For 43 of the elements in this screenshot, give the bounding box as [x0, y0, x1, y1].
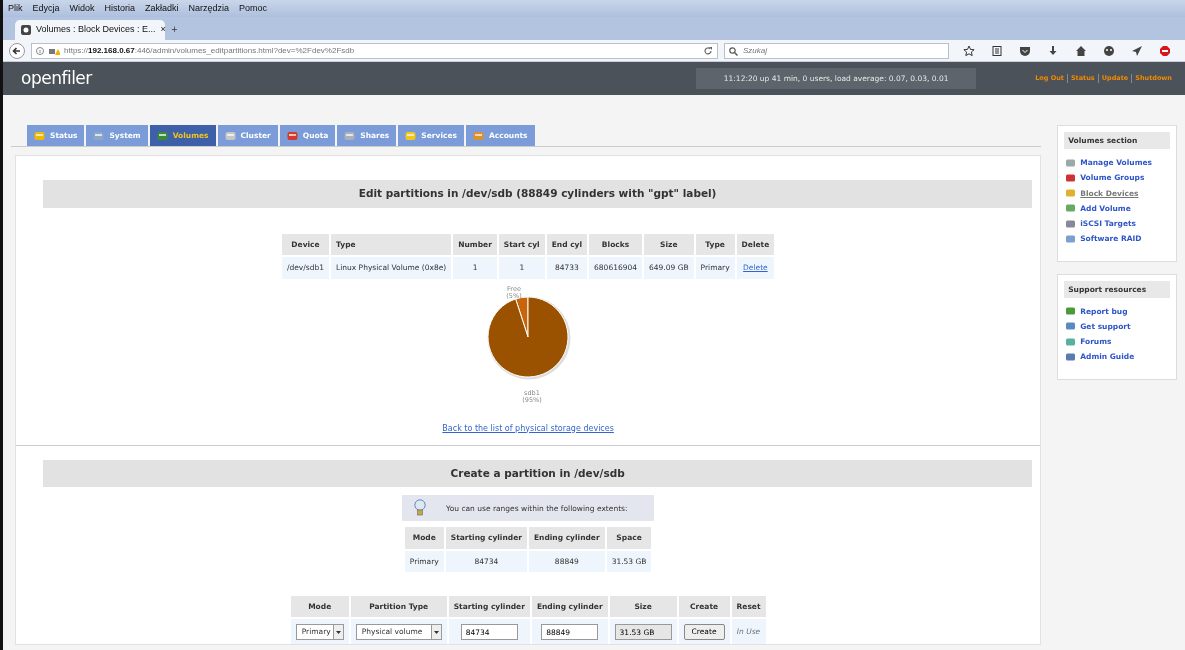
address-field[interactable]: https://192.168.0.67:446/admin/volumes_editpartitions.html?dev=%2Fdev%2Fsdb — [31, 42, 718, 59]
lock-warning-icon — [48, 46, 60, 55]
menu-item[interactable]: Plik — [3, 1, 28, 16]
lightbulb-icon — [414, 499, 427, 518]
bookmark-star-icon — [963, 44, 975, 57]
send-icon — [1131, 44, 1143, 57]
tab-icon — [224, 130, 236, 141]
pocket-icon — [1019, 44, 1031, 57]
menu-item[interactable]: Zakładki — [140, 1, 184, 16]
tab-icon — [34, 130, 45, 141]
adblock-icon — [1159, 44, 1171, 57]
new-tab-button[interactable]: + — [171, 24, 178, 40]
reload-icon — [703, 45, 713, 56]
dropdown-arrow-icon — [335, 630, 341, 634]
info-icon — [36, 46, 44, 55]
browser-tab[interactable]: Volumes : Block Devices : E... × — [15, 20, 165, 40]
menu-item[interactable]: Narzędzia — [183, 1, 235, 16]
tab-icon — [286, 130, 298, 141]
menu-item[interactable]: Pomoc — [234, 1, 273, 16]
menu-item[interactable]: Widok — [64, 1, 100, 16]
logo: openfiler — [21, 66, 92, 90]
tab-icon — [344, 130, 356, 141]
search-icon — [729, 46, 738, 56]
tab-icon — [473, 130, 484, 141]
menu-item[interactable]: Historia — [99, 1, 141, 16]
home-icon — [1075, 44, 1087, 57]
tab-icon — [405, 130, 417, 141]
close-icon[interactable]: × — [160, 23, 166, 37]
menu-item[interactable]: Edycja — [27, 1, 65, 16]
section-heading: Create a partition in /dev/sdb — [43, 459, 1033, 488]
tab-title: Volumes : Block Devices : E... — [36, 23, 156, 37]
search-field[interactable]: Szukaj — [724, 42, 949, 59]
section-heading: Edit partitions in /dev/sdb (88849 cylinders with "gpt" label) — [43, 180, 1033, 208]
download-icon — [1047, 44, 1059, 57]
back-link[interactable]: Back to the list of physical storage devices — [442, 423, 614, 433]
url-text: https://192.168.0.67:446/admin/volumes_editpartitions.html?dev=%2Fdev%2Fsdb — [64, 44, 356, 57]
dropdown-arrow-icon — [433, 630, 439, 634]
tab-icon — [156, 130, 168, 141]
chat-icon — [1103, 44, 1115, 57]
back-icon — [9, 42, 25, 59]
clipboard-icon — [991, 44, 1003, 57]
tab-icon — [93, 130, 105, 141]
page-icon — [21, 25, 31, 35]
